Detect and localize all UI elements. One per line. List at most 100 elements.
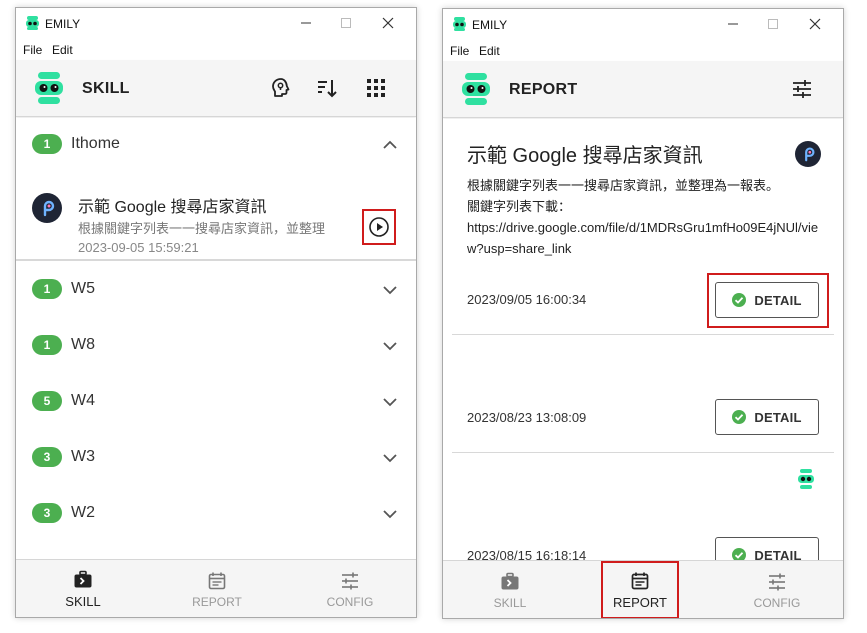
skill-timestamp: 2023-09-05 15:59:21 — [78, 240, 199, 255]
divider — [452, 334, 834, 335]
check-circle-icon — [732, 410, 747, 424]
group-w4[interactable]: 5 W4 — [16, 375, 416, 431]
window-title: EMILY — [45, 17, 81, 31]
bottom-nav: SKILL REPORT CONFIG — [16, 559, 416, 617]
chevron-down-icon[interactable] — [382, 450, 398, 466]
nav-label: REPORT — [613, 595, 667, 610]
minimize-button[interactable] — [288, 12, 324, 34]
nav-skill[interactable]: SKILL — [467, 561, 553, 618]
chevron-down-icon[interactable] — [382, 506, 398, 522]
nav-label: CONFIG — [753, 595, 801, 610]
emily-logo-icon — [26, 16, 39, 30]
close-icon — [382, 17, 394, 29]
check-circle-icon — [732, 293, 747, 307]
nav-label: REPORT — [192, 594, 242, 609]
nav-report[interactable]: REPORT — [601, 561, 679, 618]
skill-title: 示範 Google 搜尋店家資訊 — [78, 199, 267, 216]
briefcase-icon — [72, 569, 94, 591]
grid-menu-icon[interactable] — [363, 75, 389, 101]
menu-file[interactable]: File — [450, 44, 469, 58]
report-line: 根據關鍵字列表一一搜尋店家資訊，並整理為一報表。 — [467, 178, 780, 193]
title-bar: EMILY — [16, 8, 416, 38]
page-title: SKILL — [82, 80, 130, 97]
group-w5[interactable]: 1 W5 — [16, 263, 416, 319]
skill-avatar-icon — [32, 193, 62, 223]
report-list: 示範 Google 搜尋店家資訊 根據關鍵字列表一一搜尋店家資訊，並整理為一報表… — [443, 119, 843, 560]
menu-bar: File Edit — [16, 38, 416, 60]
nav-report[interactable]: REPORT — [174, 560, 260, 617]
nav-skill[interactable]: SKILL — [40, 560, 126, 617]
group-partial[interactable] — [16, 543, 416, 559]
maximize-button[interactable] — [755, 13, 791, 35]
skill-description: 根據關鍵字列表一一搜尋店家資訊，並整理 — [78, 221, 326, 236]
app-bar: REPORT — [443, 61, 843, 118]
emily-logo-icon — [453, 17, 466, 31]
report-timestamp: 2023/08/15 16:18:14 — [467, 548, 587, 560]
group-label: W4 — [71, 392, 95, 409]
report-title: 示範 Google 搜尋店家資訊 — [467, 145, 703, 167]
title-bar: EMILY — [443, 9, 843, 39]
nav-label: SKILL — [65, 594, 101, 609]
play-circle-icon — [369, 217, 389, 237]
app-bar: SKILL — [16, 60, 416, 117]
divider — [452, 452, 834, 453]
nav-label: SKILL — [493, 595, 527, 610]
nav-config[interactable]: CONFIG — [734, 561, 820, 618]
window-title: EMILY — [472, 18, 508, 32]
close-icon — [809, 18, 821, 30]
skill-list: 1 Ithome 示範 Google 搜尋店家資訊 根據關鍵字列表一一搜尋店家資… — [16, 118, 416, 559]
detail-button[interactable]: DETAIL — [715, 399, 819, 435]
calendar-report-icon — [629, 570, 651, 592]
sort-icon[interactable] — [314, 75, 340, 101]
page-title: REPORT — [509, 81, 578, 98]
detail-label: DETAIL — [754, 547, 802, 561]
maximize-icon — [341, 18, 351, 28]
menu-bar: File Edit — [443, 39, 843, 61]
chevron-down-icon[interactable] — [382, 338, 398, 354]
group-w8[interactable]: 1 W8 — [16, 319, 416, 375]
report-timestamp: 2023/08/23 13:08:09 — [467, 410, 587, 425]
bulb-head-icon[interactable] — [268, 75, 294, 101]
detail-button[interactable]: DETAIL — [715, 282, 819, 318]
group-count-badge: 3 — [32, 447, 62, 467]
group-label: W3 — [71, 448, 95, 465]
report-description: 根據關鍵字列表一一搜尋店家資訊，並整理為一報表。 關鍵字列表下載： https:… — [467, 175, 821, 259]
filter-sliders-icon[interactable] — [789, 76, 815, 102]
run-skill-button[interactable] — [362, 209, 396, 245]
group-label: W2 — [71, 504, 95, 521]
chevron-down-icon[interactable] — [382, 394, 398, 410]
emily-logo-icon — [35, 72, 63, 104]
sliders-icon — [766, 571, 788, 593]
sliders-icon — [339, 570, 361, 592]
chevron-down-icon[interactable] — [382, 282, 398, 298]
group-label: W8 — [71, 336, 95, 353]
report-timestamp: 2023/09/05 16:00:34 — [467, 292, 587, 307]
nav-config[interactable]: CONFIG — [307, 560, 393, 617]
menu-edit[interactable]: Edit — [52, 43, 73, 57]
report-line: 關鍵字列表下載： — [467, 199, 572, 214]
calendar-report-icon — [206, 570, 228, 592]
group-count-badge: 1 — [32, 279, 62, 299]
group-count-badge: 5 — [32, 391, 62, 411]
bottom-nav: SKILL REPORT CONFIG — [443, 560, 843, 618]
maximize-icon — [768, 19, 778, 29]
emily-logo-icon — [798, 469, 814, 489]
group-w2[interactable]: 3 W2 — [16, 487, 416, 543]
emily-window-skill: EMILY File Edit SKILL 1 Ithome 示範 Google… — [15, 7, 417, 618]
group-count-badge: 3 — [32, 503, 62, 523]
group-w3[interactable]: 3 W3 — [16, 431, 416, 487]
check-circle-icon — [732, 548, 747, 560]
skill-item[interactable]: 示範 Google 搜尋店家資訊 根據關鍵字列表一一搜尋店家資訊，並整理 202… — [16, 151, 416, 261]
minimize-icon — [728, 23, 738, 25]
maximize-button[interactable] — [328, 12, 364, 34]
detail-button[interactable]: DETAIL — [715, 537, 819, 560]
minimize-icon — [301, 22, 311, 24]
briefcase-icon — [499, 571, 521, 593]
menu-edit[interactable]: Edit — [479, 44, 500, 58]
report-link[interactable]: https://drive.google.com/file/d/1MDRsGru… — [467, 217, 821, 259]
detail-label: DETAIL — [754, 409, 802, 425]
close-button[interactable] — [370, 12, 406, 34]
minimize-button[interactable] — [715, 13, 751, 35]
menu-file[interactable]: File — [23, 43, 42, 57]
close-button[interactable] — [797, 13, 833, 35]
